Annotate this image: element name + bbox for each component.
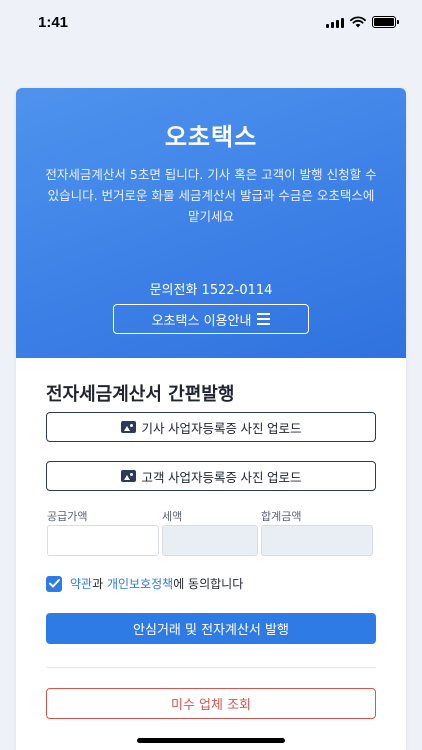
tax-amount-input[interactable] <box>162 525 258 556</box>
supply-amount-label: 공급가액 <box>47 510 88 523</box>
main-card: 오초택스 전자세금계산서 5초면 됩니다. 기사 혹은 고객이 발행 신청할 수… <box>16 88 406 750</box>
service-description: 전자세금계산서 5초면 됩니다. 기사 혹은 고객이 발행 신청할 수 있습니다… <box>45 167 377 224</box>
agreement-suffix: 에 동의합니다 <box>173 577 244 591</box>
form-title: 전자세금계산서 간편발행 <box>46 384 235 405</box>
image-icon <box>120 470 136 482</box>
brand-title: 오초택스 <box>164 123 258 151</box>
agreement-row: 약관과 개인보호정책에 동의합니다 <box>46 575 243 592</box>
status-bar: 1:41 <box>0 0 422 44</box>
contact-phone: 문의전화 1522-0114 <box>149 283 273 298</box>
agreement-text: 약관과 개인보호정책에 동의합니다 <box>70 575 243 592</box>
image-icon <box>120 421 136 433</box>
unpaid-company-lookup-button[interactable]: 미수 업체 조회 <box>46 688 376 719</box>
supply-amount-input[interactable] <box>47 525 159 556</box>
total-amount-input[interactable] <box>261 525 373 556</box>
wifi-icon <box>350 16 366 28</box>
guide-button[interactable]: 오초택스 이용안내 <box>113 304 309 334</box>
upload-customer-registration-button[interactable]: 고객 사업자등록증 사진 업로드 <box>46 461 376 491</box>
status-icons <box>326 16 399 28</box>
upload-customer-label: 고객 사업자등록증 사진 업로드 <box>141 470 302 485</box>
tax-amount-label: 세액 <box>162 510 183 523</box>
agreement-connector: 과 <box>92 577 107 591</box>
agree-checkbox[interactable] <box>46 575 62 592</box>
divider <box>46 667 376 668</box>
check-icon <box>48 579 60 588</box>
terms-link[interactable]: 약관 <box>70 577 92 591</box>
guide-button-label: 오초택스 이용안내 <box>151 313 252 329</box>
battery-icon <box>372 16 399 28</box>
upload-driver-registration-button[interactable]: 기사 사업자등록증 사진 업로드 <box>46 412 376 442</box>
total-amount-label: 합계금액 <box>261 510 302 523</box>
home-indicator <box>137 738 285 743</box>
issue-invoice-button[interactable]: 안심거래 및 전자계산서 발행 <box>46 613 376 644</box>
status-time: 1:41 <box>38 13 69 31</box>
menu-icon <box>257 313 271 325</box>
hero-banner: 오초택스 전자세금계산서 5초면 됩니다. 기사 혹은 고객이 발행 신청할 수… <box>16 88 406 358</box>
upload-driver-label: 기사 사업자등록증 사진 업로드 <box>141 421 302 436</box>
signal-icon <box>326 17 344 28</box>
privacy-policy-link[interactable]: 개인보호정책 <box>107 577 173 591</box>
